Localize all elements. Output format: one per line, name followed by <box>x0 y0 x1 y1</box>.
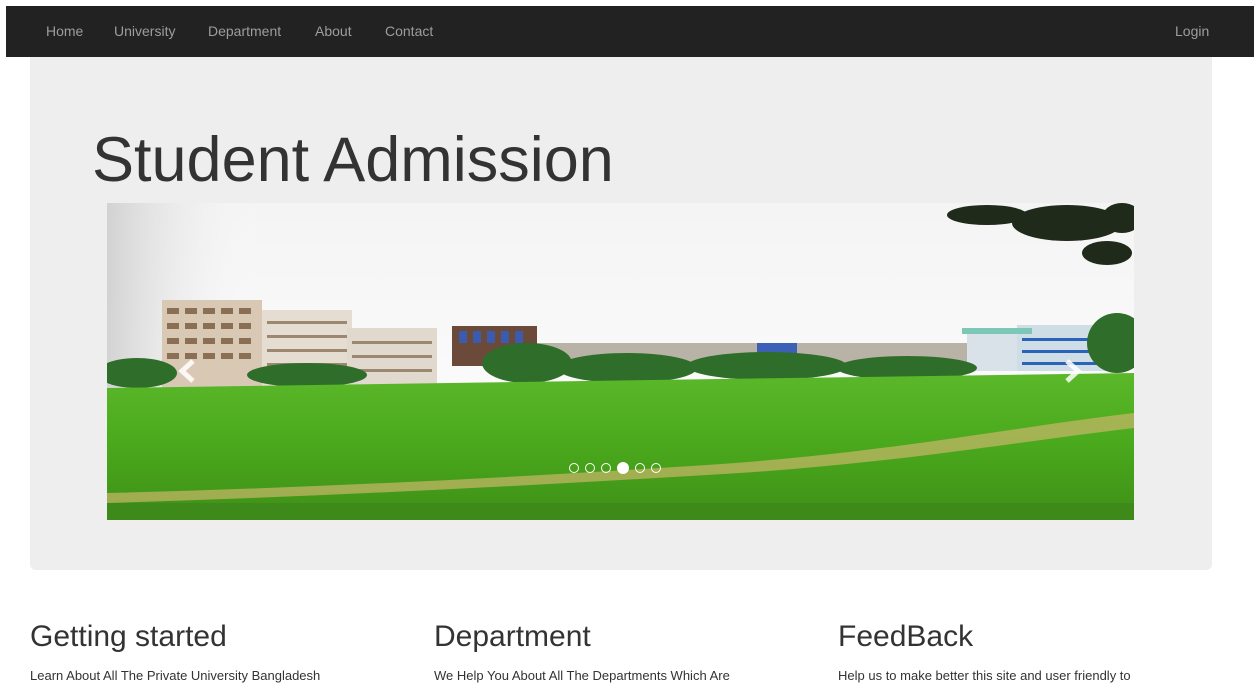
nav-home-link[interactable]: Home <box>46 22 83 40</box>
feedback-heading: FeedBack <box>838 620 974 653</box>
top-navbar: Home University Department About Contact… <box>6 6 1254 57</box>
nav-about-link[interactable]: About <box>315 22 352 40</box>
getting-started-text: Learn About All The Private University B… <box>30 668 321 683</box>
getting-started-heading: Getting started <box>30 620 227 653</box>
carousel-indicators <box>569 461 661 475</box>
carousel-indicator[interactable] <box>585 463 595 473</box>
getting-started-column: Getting started Learn About All The Priv… <box>30 616 410 686</box>
campus-carousel[interactable] <box>107 203 1134 520</box>
nav-department-link[interactable]: Department <box>208 22 281 40</box>
department-heading: Department <box>434 620 591 653</box>
feedback-column: FeedBack Help us to make better this sit… <box>838 616 1218 686</box>
carousel-prev-control[interactable] <box>167 353 207 389</box>
feedback-text: Help us to make better this site and use… <box>838 668 1131 683</box>
carousel-indicator[interactable] <box>601 463 611 473</box>
carousel-indicator[interactable] <box>569 463 579 473</box>
nav-contact-link[interactable]: Contact <box>385 22 433 40</box>
nav-university-link[interactable]: University <box>114 22 175 40</box>
nav-login-link[interactable]: Login <box>1175 22 1209 40</box>
chevron-left-icon <box>178 359 195 383</box>
carousel-next-control[interactable] <box>1053 353 1093 389</box>
chevron-right-icon <box>1065 359 1082 383</box>
department-column: Department We Help You About All The Dep… <box>434 616 814 686</box>
carousel-indicator[interactable] <box>651 463 661 473</box>
carousel-indicator-active[interactable] <box>617 462 629 474</box>
page-title: Student Admission <box>92 125 614 195</box>
carousel-indicator[interactable] <box>635 463 645 473</box>
department-text: We Help You About All The Departments Wh… <box>434 668 730 683</box>
